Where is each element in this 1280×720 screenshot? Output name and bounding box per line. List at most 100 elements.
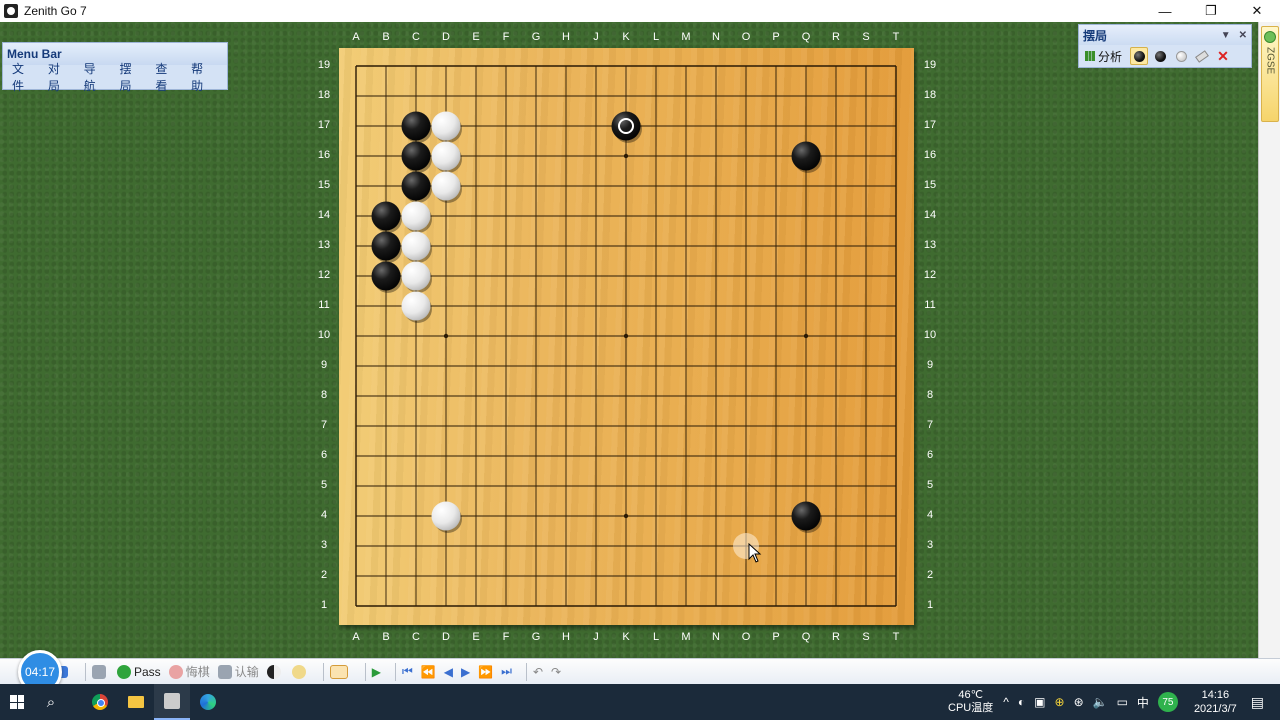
- pass-button[interactable]: Pass: [117, 664, 161, 679]
- row-label: 9: [926, 359, 934, 371]
- last-move-icon[interactable]: ⏭: [501, 664, 512, 679]
- row-label: 9: [320, 359, 328, 371]
- taskbar-explorer[interactable]: [118, 684, 154, 720]
- white-stone-D4[interactable]: [431, 501, 461, 531]
- cpu-temperature[interactable]: 46℃ CPU温度: [948, 689, 993, 715]
- eraser-icon[interactable]: [1193, 47, 1211, 65]
- white-stone-C13[interactable]: [401, 231, 431, 261]
- black-stone-icon[interactable]: [1151, 47, 1169, 65]
- column-label: O: [741, 631, 751, 643]
- app-logo-icon: [4, 4, 18, 18]
- white-stone-icon[interactable]: [1172, 47, 1190, 65]
- close-button[interactable]: ✕: [1234, 0, 1280, 22]
- undo-button[interactable]: 悔棋: [168, 663, 210, 680]
- white-stone-C14[interactable]: [401, 201, 431, 231]
- row-label: 10: [317, 329, 331, 341]
- white-stone-D15[interactable]: [431, 171, 461, 201]
- rotate-right-icon[interactable]: ↷: [551, 665, 561, 679]
- black-stone-B12[interactable]: [371, 261, 401, 291]
- black-stone-C15[interactable]: [401, 171, 431, 201]
- clear-icon[interactable]: ✕: [1214, 47, 1232, 65]
- menu-game[interactable]: 对局: [48, 60, 71, 94]
- menu-file[interactable]: 文件: [12, 60, 35, 94]
- forward-icon[interactable]: ▶: [461, 665, 470, 679]
- row-label: 5: [320, 479, 328, 491]
- tray-badge[interactable]: 75: [1157, 692, 1178, 712]
- black-stone-C16[interactable]: [401, 141, 431, 171]
- row-label: 18: [317, 89, 331, 101]
- start-button[interactable]: [0, 684, 34, 720]
- row-label: 12: [923, 269, 937, 281]
- clock[interactable]: 14:16 2021/3/7: [1194, 688, 1237, 716]
- menu-help[interactable]: 帮助: [191, 60, 214, 94]
- row-label: 1: [320, 599, 328, 611]
- taskbar-zenith-go[interactable]: [154, 684, 190, 720]
- column-label: J: [593, 31, 599, 43]
- tray-plus-icon[interactable]: ⊕: [1055, 695, 1065, 709]
- side-tab[interactable]: ZGSE: [1261, 26, 1279, 122]
- white-stone-C11[interactable]: [401, 291, 431, 321]
- row-label: 3: [926, 539, 934, 551]
- panel-close-icon[interactable]: ✕: [1239, 30, 1247, 41]
- comment-icon[interactable]: [329, 664, 351, 679]
- play-icon[interactable]: ▶: [372, 665, 381, 679]
- taskbar-chrome[interactable]: [82, 684, 118, 720]
- black-stone-B14[interactable]: [371, 201, 401, 231]
- first-move-icon[interactable]: ⏮: [402, 664, 413, 679]
- chevron-up-icon[interactable]: ^: [1003, 695, 1009, 709]
- white-stone-C12[interactable]: [401, 261, 431, 291]
- rotate-left-icon[interactable]: ↶: [533, 665, 543, 679]
- column-label: G: [531, 31, 541, 43]
- row-label: 4: [320, 509, 328, 521]
- row-label: 14: [317, 209, 331, 221]
- board-grid[interactable]: [339, 48, 914, 625]
- menu-navigate[interactable]: 导航: [84, 60, 107, 94]
- back-icon[interactable]: ◀: [444, 665, 453, 679]
- black-stone-C17[interactable]: [401, 111, 431, 141]
- notification-icon[interactable]: ▤: [1251, 694, 1264, 711]
- black-stone-Q16[interactable]: [791, 141, 821, 171]
- taskbar-edge[interactable]: [190, 684, 226, 720]
- column-label: A: [352, 31, 360, 43]
- search-icon[interactable]: ⌕: [34, 694, 68, 711]
- row-label: 16: [317, 149, 331, 161]
- row-label: 13: [317, 239, 331, 251]
- column-label: K: [622, 631, 630, 643]
- fast-forward-icon[interactable]: ⏩: [478, 665, 493, 679]
- ime-indicator[interactable]: 中: [1137, 694, 1149, 711]
- volume-icon[interactable]: 🔈: [1093, 695, 1108, 709]
- hint-icon[interactable]: [291, 664, 309, 679]
- column-label: N: [712, 631, 720, 643]
- black-stone-B13[interactable]: [371, 231, 401, 261]
- white-stone-D17[interactable]: [431, 111, 461, 141]
- column-label: O: [741, 31, 751, 43]
- column-label: K: [622, 31, 630, 43]
- row-label: 17: [317, 119, 331, 131]
- alternate-stone-icon[interactable]: [1130, 47, 1149, 65]
- column-label: T: [892, 31, 900, 43]
- restore-button[interactable]: ❐: [1188, 0, 1234, 22]
- tray-app-icon[interactable]: ◐: [1018, 695, 1025, 709]
- menu-setup[interactable]: 摆局: [119, 60, 142, 94]
- column-label: E: [472, 31, 480, 43]
- white-stone-D16[interactable]: [431, 141, 461, 171]
- score-icon[interactable]: [266, 664, 284, 679]
- analyze-button[interactable]: 分析: [1085, 48, 1122, 65]
- minimize-button[interactable]: —: [1142, 0, 1188, 22]
- row-label: 7: [926, 419, 934, 431]
- tray-security-icon[interactable]: ▣: [1034, 695, 1045, 709]
- fast-back-icon[interactable]: ⏪: [421, 665, 436, 679]
- resign-button[interactable]: 认输: [217, 663, 259, 680]
- side-tab-label: ZGSE: [1264, 47, 1276, 75]
- print-icon[interactable]: [92, 664, 109, 679]
- network-icon[interactable]: ⊛: [1074, 695, 1084, 709]
- battery-icon[interactable]: ▭: [1117, 695, 1128, 709]
- black-stone-K17[interactable]: [611, 111, 641, 141]
- black-stone-Q4[interactable]: [791, 501, 821, 531]
- column-label: N: [712, 31, 720, 43]
- menu-view[interactable]: 查看: [155, 60, 178, 94]
- column-label: T: [892, 631, 900, 643]
- panel-dropdown-icon[interactable]: ▼: [1221, 30, 1231, 41]
- column-label: G: [531, 631, 541, 643]
- row-label: 5: [926, 479, 934, 491]
